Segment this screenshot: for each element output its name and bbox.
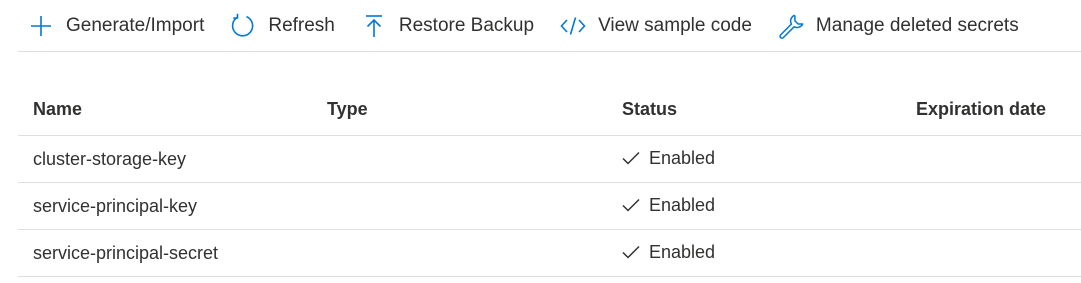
secret-name[interactable]: service-principal-secret xyxy=(18,243,312,264)
secret-status-cell: Enabled xyxy=(607,242,901,265)
status-badge: Enabled xyxy=(622,242,715,263)
refresh-label: Refresh xyxy=(268,14,335,36)
manage-deleted-secrets-button[interactable]: Manage deleted secrets xyxy=(768,6,1025,46)
plus-icon xyxy=(28,13,54,39)
secret-name[interactable]: cluster-storage-key xyxy=(18,149,312,170)
restore-backup-button[interactable]: Restore Backup xyxy=(351,6,540,46)
secret-name[interactable]: service-principal-key xyxy=(18,196,312,217)
status-text: Enabled xyxy=(649,194,716,215)
wrench-icon xyxy=(778,13,804,39)
table-header: Name Type Status Expiration date xyxy=(18,84,1081,136)
table-row[interactable]: service-principal-key Enabled xyxy=(18,183,1081,230)
view-sample-code-label: View sample code xyxy=(598,14,752,36)
refresh-icon xyxy=(230,13,256,39)
column-header-type[interactable]: Type xyxy=(312,99,607,120)
generate-import-label: Generate/Import xyxy=(66,14,205,36)
checkmark-icon xyxy=(622,243,640,261)
checkmark-icon xyxy=(622,149,640,167)
secret-status-cell: Enabled xyxy=(607,148,901,171)
checkmark-icon xyxy=(622,196,640,214)
status-badge: Enabled xyxy=(622,148,715,169)
generate-import-button[interactable]: Generate/Import xyxy=(18,6,210,46)
command-bar: Generate/Import Refresh Restore Backup V… xyxy=(18,0,1081,52)
column-header-status[interactable]: Status xyxy=(607,99,901,120)
view-sample-code-button[interactable]: View sample code xyxy=(550,6,758,46)
status-text: Enabled xyxy=(649,241,716,262)
manage-deleted-secrets-label: Manage deleted secrets xyxy=(815,14,1019,36)
secret-status-cell: Enabled xyxy=(607,195,901,218)
column-header-expiration-date[interactable]: Expiration date xyxy=(901,99,1081,120)
refresh-button[interactable]: Refresh xyxy=(220,6,341,46)
column-header-name[interactable]: Name xyxy=(18,99,312,120)
status-text: Enabled xyxy=(649,147,716,168)
secrets-table: Name Type Status Expiration date cluster… xyxy=(18,84,1081,277)
upload-arrow-icon xyxy=(361,13,387,39)
status-badge: Enabled xyxy=(622,195,715,216)
code-icon xyxy=(560,13,586,39)
table-row[interactable]: cluster-storage-key Enabled xyxy=(18,136,1081,183)
table-row[interactable]: service-principal-secret Enabled xyxy=(18,230,1081,277)
restore-backup-label: Restore Backup xyxy=(398,14,535,36)
